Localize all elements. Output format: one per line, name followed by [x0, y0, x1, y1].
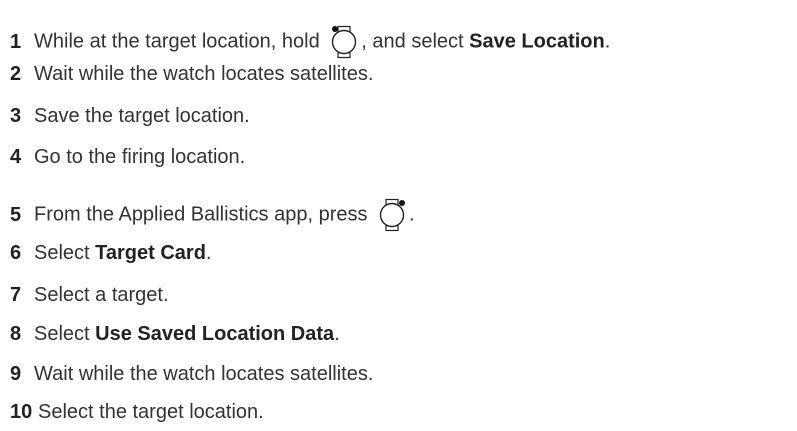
step-number: 1 [10, 31, 22, 53]
step-text: While at the target location, hold , and… [34, 25, 610, 59]
step-number: 7 [10, 284, 22, 306]
step-text: Select Use Saved Location Data. [34, 322, 340, 346]
step-number: 3 [10, 105, 22, 127]
step-number: 10 [10, 401, 33, 423]
step-2: 2 Wait while the watch locates satellite… [10, 62, 373, 86]
step-text-part: Select [34, 242, 96, 264]
step-8: 8 Select Use Saved Location Data. [10, 322, 340, 346]
step-text: Wait while the watch locates satellites. [34, 63, 374, 85]
step-text: From the Applied Ballistics app, press . [34, 198, 415, 232]
step-text-part: , and select [361, 30, 470, 53]
step-3: 3 Save the target location. [10, 104, 250, 128]
menu-option-target-card: Target Card [95, 242, 206, 264]
step-number: 9 [10, 363, 22, 385]
menu-option-use-saved-location-data: Use Saved Location Data [95, 323, 335, 345]
step-text: Save the target location. [34, 105, 250, 127]
step-text-part: While at the target location, hold [34, 30, 326, 53]
step-1: 1 While at the target location, hold , a… [10, 25, 610, 59]
step-text-part: . [604, 30, 611, 53]
watch-top-left-button-icon [329, 25, 359, 59]
step-text: Go to the firing location. [34, 146, 246, 168]
step-6: 6 Select Target Card. [10, 241, 211, 265]
step-text-part: . [409, 203, 415, 226]
step-text: Select a target. [34, 284, 169, 306]
watch-top-right-button-icon [377, 198, 407, 232]
step-number: 8 [10, 323, 22, 345]
step-4: 4 Go to the firing location. [10, 145, 245, 169]
instruction-list: 1 While at the target location, hold , a… [0, 0, 797, 431]
step-7: 7 Select a target. [10, 283, 169, 307]
step-text-part: Select [34, 323, 96, 345]
step-5: 5 From the Applied Ballistics app, press… [10, 198, 415, 232]
step-text: Select Target Card. [34, 241, 211, 265]
step-text-part: . [205, 242, 212, 264]
step-text: Select the target location. [38, 401, 264, 423]
menu-option-save-location: Save Location [469, 30, 605, 53]
step-10: 10 Select the target location. [10, 400, 264, 424]
step-text: Wait while the watch locates satellites. [34, 363, 374, 385]
step-text-part: . [334, 323, 340, 345]
step-number: 5 [10, 204, 22, 226]
step-number: 2 [10, 63, 22, 85]
step-number: 4 [10, 146, 22, 168]
step-number: 6 [10, 242, 22, 264]
step-9: 9 Wait while the watch locates satellite… [10, 362, 373, 386]
step-text-part: From the Applied Ballistics app, press [34, 203, 374, 226]
